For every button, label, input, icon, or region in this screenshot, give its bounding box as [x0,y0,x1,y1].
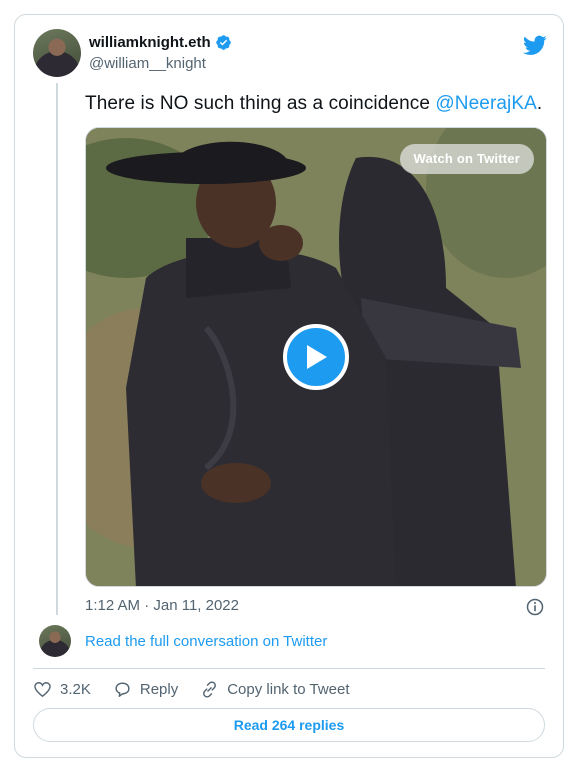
conversation-avatar[interactable] [39,625,71,657]
link-icon [203,680,217,698]
tweet-timestamp[interactable]: 1:12 AM · Jan 11, 2022 [85,597,239,614]
read-replies-button[interactable]: Read 264 replies [33,708,545,742]
reply-label: Reply [139,680,179,698]
thread-line [56,83,58,615]
copy-link-action[interactable]: Copy link to Tweet [200,680,350,699]
verified-badge-icon [215,35,231,50]
info-icon[interactable] [525,597,545,617]
embedded-tweet-card: williamknight.eth @william__knight There… [14,14,564,758]
tweet-text: There is NO such thing as a coincidence … [85,93,542,115]
copy-link-label: Copy link to Tweet [227,680,350,698]
like-action[interactable]: 3.2K [33,680,91,699]
mention-link[interactable]: @NeerajKA [435,93,537,114]
tweet-actions: 3.2K Reply Copy link to Tweet [33,677,350,701]
tweet-video[interactable]: Watch on Twitter [85,127,547,587]
like-count: 3.2K [60,680,91,698]
reply-bubble-icon [115,681,130,697]
author-handle[interactable]: @william__knight [89,55,206,72]
reply-action[interactable]: Reply [113,680,178,699]
play-icon [307,345,327,369]
heart-icon [34,681,51,697]
watch-on-twitter-button[interactable]: Watch on Twitter [399,144,534,174]
tweet-trailing: . [536,93,543,114]
read-full-conversation-link[interactable]: Read the full conversation on Twitter [85,633,327,650]
author-display-name[interactable]: williamknight.eth [89,34,211,51]
tweet-body: There is NO such thing as a coincidence [85,93,436,114]
author-name-row: williamknight.eth [89,34,232,51]
play-button[interactable] [283,324,349,390]
author-avatar[interactable] [33,29,81,77]
twitter-bird-icon[interactable] [523,33,547,57]
divider [33,668,545,669]
